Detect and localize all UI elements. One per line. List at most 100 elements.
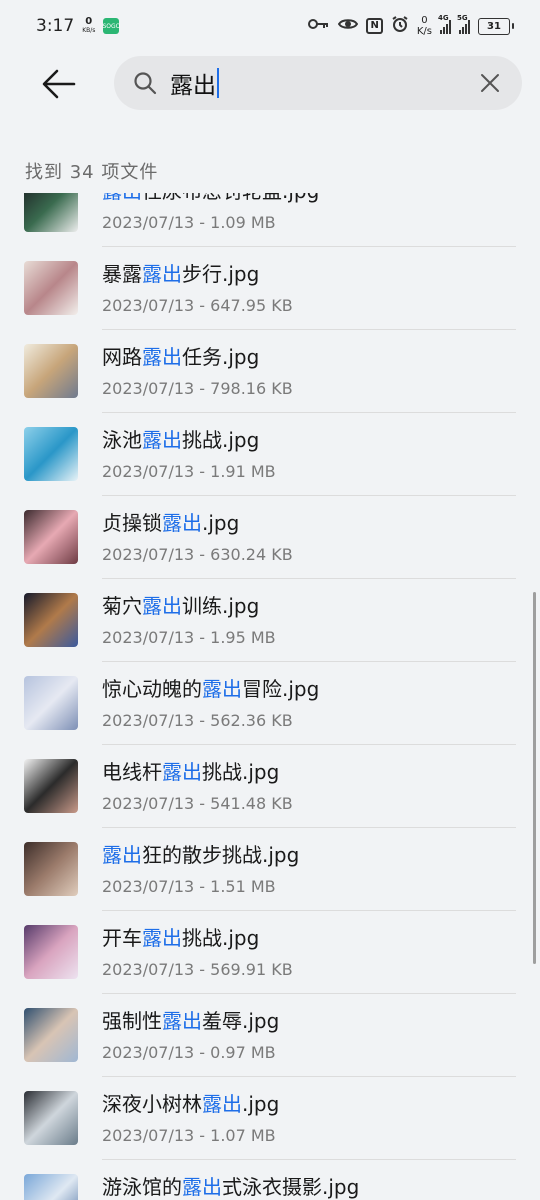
search-input[interactable]: 露出 [114, 56, 522, 110]
file-meta: 2023/07/13 - 647.95 KB [102, 296, 293, 315]
result-count: 找到 34 项文件 [25, 162, 159, 183]
file-thumbnail [24, 759, 78, 813]
list-item[interactable]: 电线杆露出挑战.jpg 2023/07/13 - 541.48 KB [0, 745, 540, 828]
file-name-suffix: 训练.jpg [182, 594, 260, 618]
file-meta: 2023/07/13 - 1.91 MB [102, 462, 276, 481]
file-thumbnail [24, 925, 78, 979]
list-item[interactable]: 泳池露出挑战.jpg 2023/07/13 - 1.91 MB [0, 413, 540, 496]
file-name-prefix: 电线杆 [102, 760, 162, 784]
file-name-suffix: .jpg [242, 1092, 280, 1116]
file-name-prefix: 强制性 [102, 1009, 162, 1033]
back-button[interactable] [36, 64, 82, 104]
file-name-highlight: 露出 [202, 677, 242, 701]
list-item[interactable]: 强制性露出羞辱.jpg 2023/07/13 - 0.97 MB [0, 994, 540, 1077]
file-name-suffix: 挑战.jpg [182, 926, 260, 950]
signal-2-tag: 5G [457, 14, 468, 22]
search-query-text: 露出 [170, 73, 216, 99]
list-item[interactable]: 菊穴露出训练.jpg 2023/07/13 - 1.95 MB [0, 579, 540, 662]
speed-indicator: 0 K/s [417, 15, 432, 37]
file-name-prefix: 网路 [102, 345, 142, 369]
file-meta: 2023/07/13 - 1.09 MB [102, 213, 276, 232]
file-name-suffix: 式泳衣摄影.jpg [222, 1175, 360, 1199]
file-name-highlight: 露出 [102, 843, 142, 867]
file-meta: 2023/07/13 - 562.36 KB [102, 711, 293, 730]
list-item[interactable]: 游泳馆的露出式泳衣摄影.jpg2023/07/13 [0, 1160, 540, 1200]
file-name: 开车露出挑战.jpg [102, 922, 259, 951]
file-thumbnail [24, 1008, 78, 1062]
file-name: 露出狂的散步挑战.jpg [102, 839, 299, 868]
file-thumbnail [24, 193, 78, 232]
file-name-suffix: 步行.jpg [182, 262, 260, 286]
file-name: 暴露露出步行.jpg [102, 258, 259, 287]
list-item[interactable]: 贞操锁露出.jpg 2023/07/13 - 630.24 KB [0, 496, 540, 579]
file-name: 露出性尿布惩罚轮盘.jpg [102, 193, 319, 204]
app-notification-icon: SOGO [102, 18, 120, 34]
file-meta: 2023/07/13 - 1.51 MB [102, 877, 276, 896]
signal-icon-2: 5G [457, 14, 470, 34]
file-name-highlight: 露出 [202, 1092, 242, 1116]
list-item[interactable]: 暴露露出步行.jpg 2023/07/13 - 647.95 KB [0, 247, 540, 330]
eye-icon [338, 17, 359, 35]
file-list-viewport[interactable]: 露出性尿布惩罚轮盘.jpg2023/07/13 - 1.09 MB暴露露出步行.… [0, 193, 540, 1200]
search-query[interactable]: 露出 [170, 66, 476, 100]
file-name-highlight: 露出 [142, 594, 182, 618]
clock-time: 3:17 [36, 16, 75, 36]
file-name-prefix: 游泳馆的 [102, 1175, 182, 1199]
file-name-highlight: 露出 [102, 193, 142, 203]
file-name-suffix: 任务.jpg [182, 345, 260, 369]
file-name-prefix: 菊穴 [102, 594, 142, 618]
file-name: 网路露出任务.jpg [102, 341, 259, 370]
file-name-highlight: 露出 [162, 511, 202, 535]
file-name: 惊心动魄的露出冒险.jpg [102, 673, 319, 702]
file-name-highlight: 露出 [162, 760, 202, 784]
file-meta: 2023/07/13 - 0.97 MB [102, 1043, 276, 1062]
file-meta: 2023/07/13 - 798.16 KB [102, 379, 293, 398]
status-right: N 0 K/s 4G 5G 31 [308, 14, 514, 37]
file-name: 深夜小树林露出.jpg [102, 1088, 279, 1117]
list-item[interactable]: 惊心动魄的露出冒险.jpg 2023/07/13 - 562.36 KB [0, 662, 540, 745]
battery-icon: 31 [478, 17, 514, 35]
list-item[interactable]: 网路露出任务.jpg 2023/07/13 - 798.16 KB [0, 330, 540, 413]
file-name-highlight: 露出 [142, 428, 182, 452]
file-name-highlight: 露出 [142, 926, 182, 950]
list-item[interactable]: 露出性尿布惩罚轮盘.jpg 2023/07/13 - 1.09 MB [0, 193, 540, 247]
file-name-suffix: 性尿布惩罚轮盘.jpg [142, 193, 319, 203]
file-thumbnail [24, 261, 78, 315]
list-item[interactable]: 露出狂的散步挑战.jpg 2023/07/13 - 1.51 MB [0, 828, 540, 911]
net-speed-indicator: 0 KB/s [82, 17, 95, 35]
signal-1-tag: 4G [438, 14, 449, 22]
search-header: 露出 [0, 56, 540, 112]
net-speed-unit: KB/s [82, 27, 96, 34]
scrollbar[interactable] [533, 592, 536, 964]
file-meta: 2023/07/13 - 1.95 MB [102, 628, 276, 647]
file-name: 强制性露出羞辱.jpg [102, 1005, 279, 1034]
file-name: 贞操锁露出.jpg [102, 507, 239, 536]
file-list: 露出性尿布惩罚轮盘.jpg2023/07/13 - 1.09 MB暴露露出步行.… [0, 193, 540, 1200]
file-meta: 2023/07/13 - 541.48 KB [102, 794, 293, 813]
file-name-highlight: 露出 [142, 262, 182, 286]
file-name-prefix: 惊心动魄的 [102, 677, 202, 701]
nfc-icon: N [366, 18, 383, 34]
search-icon [132, 70, 158, 96]
file-name-prefix: 暴露 [102, 262, 142, 286]
file-name-prefix: 泳池 [102, 428, 142, 452]
file-name-suffix: .jpg [202, 511, 240, 535]
file-name-highlight: 露出 [182, 1175, 222, 1199]
file-name-prefix: 贞操锁 [102, 511, 162, 535]
status-left: 3:17 0 KB/s SOGO [36, 16, 120, 36]
net-speed-value: 0 [85, 16, 93, 27]
list-item[interactable]: 开车露出挑战.jpg 2023/07/13 - 569.91 KB [0, 911, 540, 994]
file-name-suffix: 冒险.jpg [242, 677, 320, 701]
file-meta: 2023/07/13 - 1.07 MB [102, 1126, 276, 1145]
list-item[interactable]: 深夜小树林露出.jpg 2023/07/13 - 1.07 MB [0, 1077, 540, 1160]
status-bar: 3:17 0 KB/s SOGO N 0 K/s 4G 5G 31 [0, 0, 540, 52]
file-thumbnail [24, 842, 78, 896]
file-thumbnail [24, 1174, 78, 1200]
clear-button[interactable] [476, 69, 504, 97]
file-name-suffix: 狂的散步挑战.jpg [142, 843, 300, 867]
file-thumbnail [24, 510, 78, 564]
file-meta: 2023/07/13 - 630.24 KB [102, 545, 293, 564]
alarm-icon [391, 15, 409, 37]
file-name-suffix: 挑战.jpg [182, 428, 260, 452]
file-name-prefix: 开车 [102, 926, 142, 950]
